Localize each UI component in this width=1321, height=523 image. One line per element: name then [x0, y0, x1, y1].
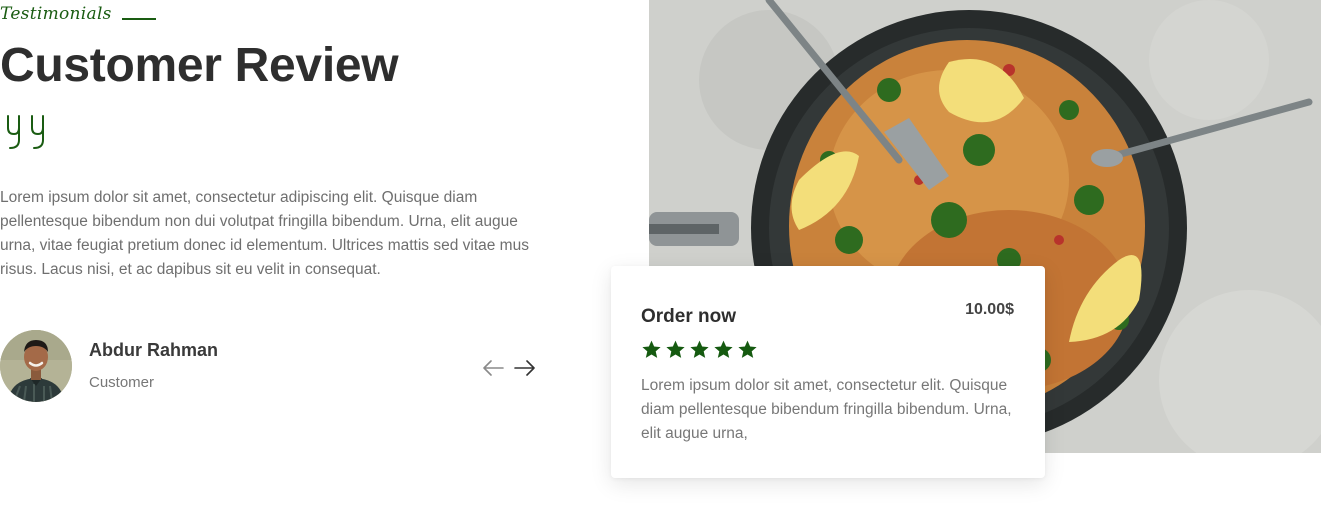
order-description: Lorem ipsum dolor sit amet, consectetur … — [641, 377, 1012, 442]
eyebrow-underline — [121, 18, 156, 20]
price-label: 10.00$ — [965, 301, 1014, 318]
avatar — [0, 330, 72, 402]
next-testimonial-button[interactable] — [513, 356, 537, 380]
author-role: Customer — [89, 374, 155, 391]
eyebrow-label: Testimonials — [0, 4, 112, 24]
star-icon — [642, 340, 661, 358]
star-icon — [666, 340, 685, 358]
double-quote-icon — [6, 114, 56, 157]
review-text: Lorem ipsum dolor sit amet, consectetur … — [0, 189, 529, 278]
prev-testimonial-button[interactable] — [481, 356, 505, 380]
star-rating — [641, 339, 758, 360]
order-now-title[interactable]: Order now — [641, 306, 736, 328]
section-eyebrow: Testimonials — [0, 4, 156, 24]
star-icon — [714, 340, 733, 358]
arrow-right-icon — [514, 360, 535, 376]
author-name: Abdur Rahman — [89, 340, 219, 360]
section-title: Customer Review — [0, 39, 399, 92]
arrow-left-icon — [483, 360, 504, 376]
order-card: Order now 10.00$ Lorem ipsum dolor sit a… — [611, 266, 1045, 478]
star-icon — [690, 340, 709, 358]
star-icon — [738, 340, 757, 358]
